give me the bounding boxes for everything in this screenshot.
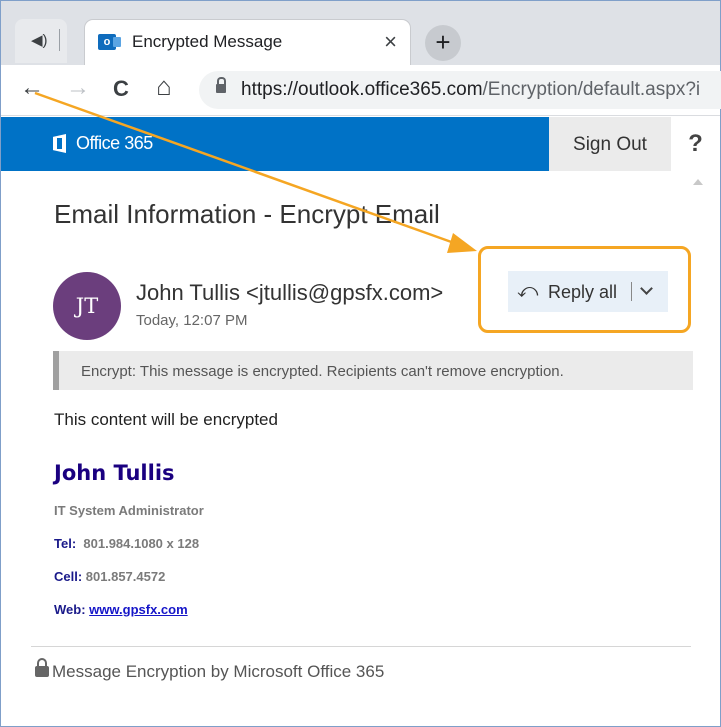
reload-button[interactable]: C <box>106 76 136 102</box>
signature-tel: Tel: 801.984.1080 x 128 <box>54 536 200 551</box>
message-body: This content will be encrypted <box>54 410 278 429</box>
close-tab-icon[interactable]: × <box>384 29 397 55</box>
website-link[interactable]: www.gpsfx.com <box>89 602 187 617</box>
office365-brand: Office 365 <box>76 133 153 153</box>
address-bar[interactable]: https://outlook.office365.com/Encryption… <box>199 71 721 109</box>
scroll-up-icon[interactable] <box>693 179 703 185</box>
outlook-favicon-icon: o <box>98 34 121 50</box>
encryption-notice: Encrypt: This message is encrypted. Reci… <box>81 363 564 380</box>
back-button[interactable]: ← <box>17 74 47 102</box>
pinned-tab[interactable]: ◀) <box>15 19 67 63</box>
tab-title: Encrypted Message <box>132 32 283 51</box>
office-logo-icon <box>53 134 66 153</box>
avatar: JT <box>53 272 121 340</box>
signature-name: John Tullis <box>54 461 175 485</box>
signature-title: IT System Administrator <box>54 503 204 518</box>
highlight-callout <box>478 246 691 333</box>
lock-icon <box>216 77 226 93</box>
encryption-banner: Encrypt: This message is encrypted. Reci… <box>53 351 693 390</box>
lock-icon <box>35 658 49 677</box>
tab-encrypted-message[interactable]: o Encrypted Message × <box>84 19 411 65</box>
tab-divider <box>59 29 60 51</box>
office365-header: Office 365 <box>1 117 549 171</box>
sign-out-button[interactable]: Sign Out <box>549 117 671 171</box>
signature-web: Web: www.gpsfx.com <box>54 602 188 617</box>
new-tab-button[interactable]: + <box>425 25 461 61</box>
page-title: Email Information - Encrypt Email <box>54 199 440 229</box>
message-time: Today, 12:07 PM <box>136 312 248 329</box>
footer-text: Message Encryption by Microsoft Office 3… <box>52 662 385 681</box>
sender-name: John Tullis <jtullis@gpsfx.com> <box>136 280 444 305</box>
home-button[interactable]: ⌂ <box>149 71 179 102</box>
speaker-icon: ◀) <box>31 32 48 49</box>
forward-button[interactable]: → <box>63 74 93 102</box>
help-button[interactable]: ? <box>671 117 720 171</box>
url-text: https://outlook.office365.com/Encryption… <box>241 79 701 100</box>
signature-cell: Cell: 801.857.4572 <box>54 569 166 584</box>
footer-divider <box>31 646 691 647</box>
arrow-head <box>447 233 477 253</box>
